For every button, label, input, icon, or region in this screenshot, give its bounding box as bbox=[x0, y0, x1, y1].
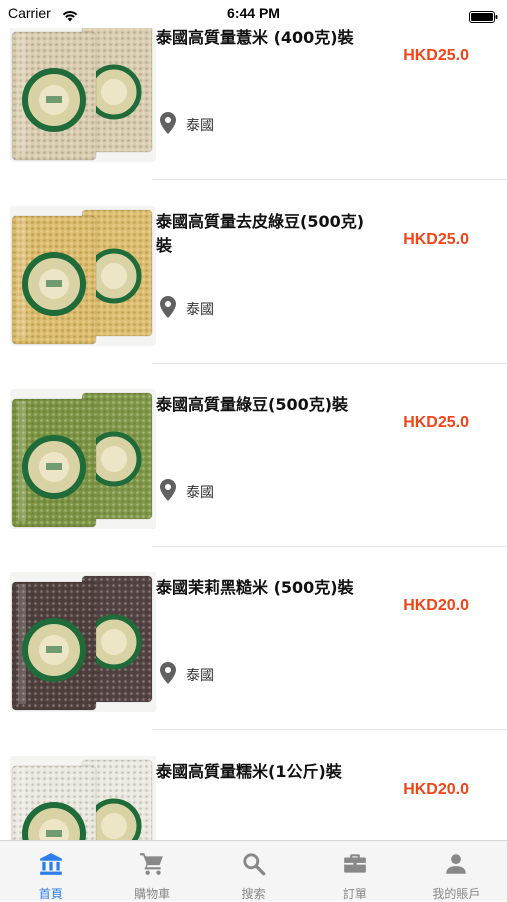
product-name: 泰國高質量糯米(1公斤)裝 bbox=[156, 762, 342, 781]
product-image[interactable] bbox=[10, 389, 156, 529]
row-divider bbox=[152, 729, 507, 730]
status-bar: Carrier 6:44 PM bbox=[0, 0, 507, 28]
product-list[interactable]: 泰國高質量薏米 (400克)裝 HKD25.0 泰國 泰國高質量去皮綠豆(500… bbox=[0, 0, 507, 840]
search-icon bbox=[241, 851, 267, 881]
product-name: 泰國高質量綠豆(500克)裝 bbox=[156, 395, 349, 414]
battery-icon bbox=[469, 8, 499, 27]
home-icon bbox=[38, 851, 64, 881]
origin-label: 泰國 bbox=[186, 118, 214, 134]
tab-label: 首頁 bbox=[38, 887, 63, 901]
tab-account[interactable]: 我的賬戶 bbox=[406, 841, 507, 901]
product-price: HKD20.0 bbox=[403, 781, 469, 798]
tab-label: 購物車 bbox=[134, 887, 171, 901]
row-divider bbox=[152, 363, 507, 364]
product-price: HKD20.0 bbox=[403, 597, 469, 614]
briefcase-icon bbox=[342, 851, 368, 881]
product-image[interactable] bbox=[10, 206, 156, 346]
tab-label: 搜索 bbox=[241, 887, 266, 901]
person-icon bbox=[443, 851, 469, 881]
tab-bar: 首頁 購物車 搜索 訂單 我的賬戶 bbox=[0, 840, 507, 901]
location-pin-icon bbox=[160, 112, 176, 138]
product-image[interactable] bbox=[10, 22, 156, 162]
product-image[interactable] bbox=[10, 756, 156, 840]
product-price: HKD25.0 bbox=[403, 414, 469, 431]
product-row[interactable]: 泰國茉莉黑糙米 (500克)裝 HKD20.0 泰國 bbox=[0, 548, 507, 730]
origin-label: 泰國 bbox=[186, 485, 214, 501]
tab-search[interactable]: 搜索 bbox=[203, 841, 304, 901]
product-origin: 泰國 bbox=[160, 662, 214, 688]
tab-orders[interactable]: 訂單 bbox=[304, 841, 405, 901]
tab-cart[interactable]: 購物車 bbox=[101, 841, 202, 901]
origin-label: 泰國 bbox=[186, 668, 214, 684]
product-price: HKD25.0 bbox=[403, 231, 469, 248]
product-origin: 泰國 bbox=[160, 479, 214, 505]
product-row[interactable]: 泰國高質量糯米(1公斤)裝 HKD20.0 泰國 bbox=[0, 732, 507, 840]
row-divider bbox=[152, 179, 507, 180]
product-price: HKD25.0 bbox=[403, 47, 469, 64]
tab-home[interactable]: 首頁 bbox=[0, 841, 101, 901]
location-pin-icon bbox=[160, 662, 176, 688]
product-origin: 泰國 bbox=[160, 296, 214, 322]
clock-time: 6:44 PM bbox=[227, 5, 280, 21]
cart-icon bbox=[139, 851, 165, 881]
row-divider bbox=[152, 546, 507, 547]
product-image[interactable] bbox=[10, 572, 156, 712]
tab-label: 我的賬戶 bbox=[432, 887, 481, 901]
product-name: 泰國高質量去皮綠豆(500克)裝 bbox=[156, 212, 365, 255]
product-row[interactable]: 泰國高質量去皮綠豆(500克)裝 HKD25.0 泰國 bbox=[0, 182, 507, 364]
product-name: 泰國茉莉黑糙米 (500克)裝 bbox=[156, 578, 354, 597]
location-pin-icon bbox=[160, 479, 176, 505]
product-origin: 泰國 bbox=[160, 112, 214, 138]
tab-label: 訂單 bbox=[342, 887, 367, 901]
product-name: 泰國高質量薏米 (400克)裝 bbox=[156, 28, 354, 47]
origin-label: 泰國 bbox=[186, 302, 214, 318]
product-row[interactable]: 泰國高質量綠豆(500克)裝 HKD25.0 泰國 bbox=[0, 365, 507, 547]
location-pin-icon bbox=[160, 296, 176, 322]
